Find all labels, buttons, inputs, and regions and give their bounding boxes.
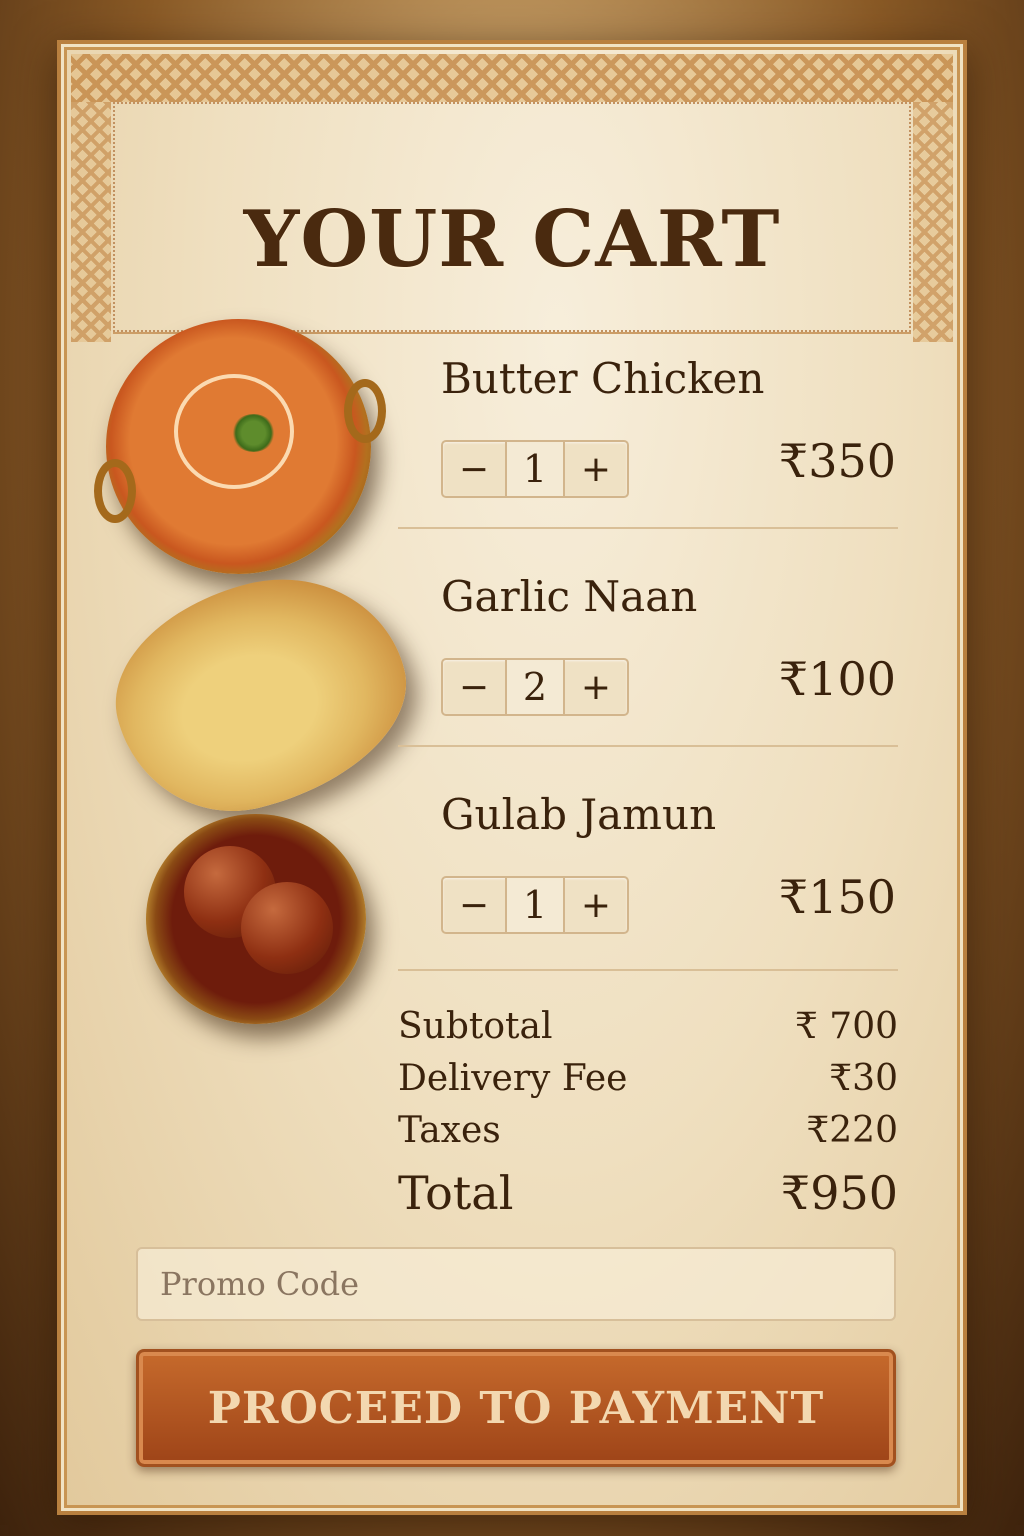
decrease-button[interactable]: − [443, 878, 505, 932]
quantity-value: 1 [505, 878, 565, 932]
gulab-jamun-image [146, 814, 366, 1024]
page-title: YOUR CART [243, 194, 781, 285]
quantity-stepper: − 1 + [441, 876, 629, 934]
butter-chicken-image [94, 319, 386, 574]
total-label: Total [398, 1166, 514, 1220]
cart-item: Gulab Jamun − 1 + ₹150 [441, 790, 896, 990]
subtotal-row: Subtotal ₹ 700 [398, 1006, 898, 1058]
cart-item: Garlic Naan − 2 + ₹100 [441, 572, 896, 772]
taxes-row: Taxes ₹220 [398, 1110, 898, 1162]
proceed-to-payment-button[interactable]: PROCEED TO PAYMENT [136, 1349, 896, 1467]
increase-button[interactable]: + [565, 660, 627, 714]
garlic-naan-image [93, 552, 429, 836]
decrease-button[interactable]: − [443, 442, 505, 496]
taxes-label: Taxes [398, 1110, 501, 1151]
decrease-button[interactable]: − [443, 660, 505, 714]
increase-button[interactable]: + [565, 878, 627, 932]
item-divider [398, 527, 898, 529]
increase-button[interactable]: + [565, 442, 627, 496]
quantity-value: 1 [505, 442, 565, 496]
delivery-fee-row: Delivery Fee ₹30 [398, 1058, 898, 1110]
delivery-fee-label: Delivery Fee [398, 1058, 628, 1099]
decorative-border-top [71, 54, 953, 102]
bowl-handle-right [344, 379, 386, 443]
item-price: ₹150 [778, 870, 896, 924]
item-divider [398, 745, 898, 747]
subtotal-value: ₹ 700 [794, 1006, 898, 1047]
quantity-value: 2 [505, 660, 565, 714]
promo-code-input[interactable] [136, 1247, 896, 1321]
bowl-handle-left [94, 459, 136, 523]
herb-garnish [231, 414, 276, 452]
cart-card: YOUR CART Butter Chicken − 1 + ₹350 Garl… [57, 40, 967, 1515]
jamun-ball [241, 882, 333, 974]
item-name: Garlic Naan [441, 572, 698, 621]
item-price: ₹100 [778, 652, 896, 706]
delivery-fee-value: ₹30 [829, 1058, 898, 1099]
subtotal-label: Subtotal [398, 1006, 553, 1047]
item-price: ₹350 [778, 434, 896, 488]
order-summary: Subtotal ₹ 700 Delivery Fee ₹30 Taxes ₹2… [398, 1006, 898, 1226]
cart-item: Butter Chicken − 1 + ₹350 [441, 354, 896, 554]
total-value: ₹950 [780, 1166, 898, 1220]
quantity-stepper: − 2 + [441, 658, 629, 716]
item-name: Gulab Jamun [441, 790, 717, 839]
item-divider [398, 969, 898, 971]
quantity-stepper: − 1 + [441, 440, 629, 498]
total-row: Total ₹950 [398, 1166, 898, 1226]
taxes-value: ₹220 [806, 1110, 898, 1151]
item-name: Butter Chicken [441, 354, 765, 403]
